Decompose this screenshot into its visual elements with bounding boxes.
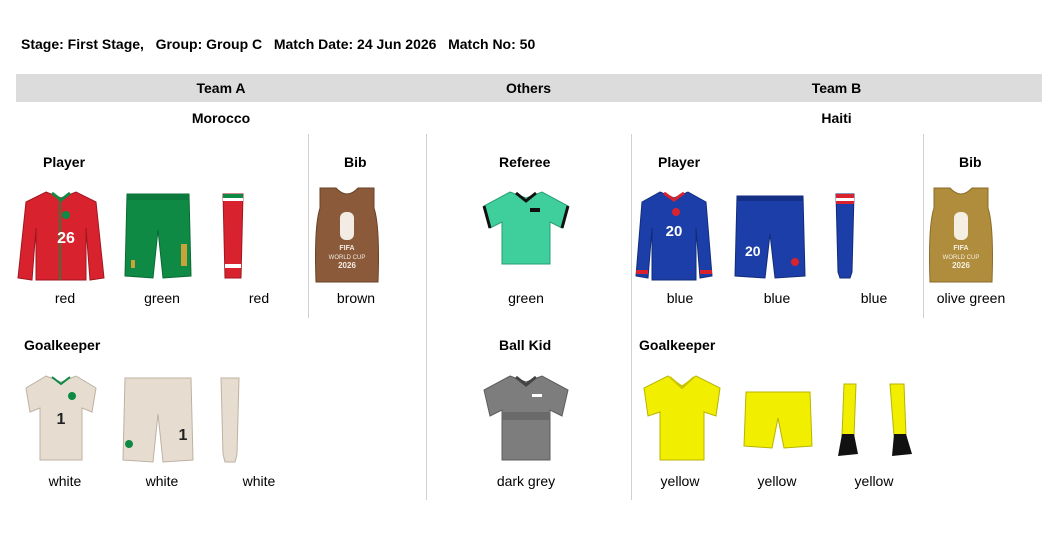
team-a-player-shorts-color: green (144, 290, 180, 306)
header-team-b: Team B (811, 80, 862, 96)
stage-text: Stage: First Stage, (21, 36, 144, 52)
referee-color: green (508, 290, 544, 306)
team-a-player-socks-color: red (248, 290, 270, 306)
match-number-text: Match No: 50 (448, 36, 536, 52)
team-a-player-title: Player (43, 154, 86, 170)
group-text: Group: Group C (155, 36, 263, 52)
team-a-goalkeeper-socks-color: white (242, 473, 276, 489)
team-b-goalkeeper-shorts (742, 388, 814, 452)
team-b-player-shirt-color: blue (666, 290, 694, 306)
svg-text:2026: 2026 (952, 261, 970, 270)
ball-kid-title: Ball Kid (499, 337, 552, 353)
team-b-player-shirt: 20 (634, 188, 714, 284)
team-a-player-shirt-color: red (54, 290, 76, 306)
team-b-player-shorts-color: blue (763, 290, 791, 306)
header-team-a: Team A (196, 80, 246, 96)
svg-text:2026: 2026 (338, 261, 356, 270)
team-a-goalkeeper-shorts: 1 (121, 374, 195, 466)
team-b-player-title: Player (658, 154, 701, 170)
team-b-goalkeeper-socks-color: yellow (854, 473, 894, 489)
match-date-text: Match Date: 24 Jun 2026 (273, 36, 437, 52)
match-info: Stage: First Stage, Group: Group C Match… (21, 36, 535, 52)
team-a-player-shorts (123, 190, 193, 282)
team-a-name: Morocco (191, 110, 251, 126)
team-a-goalkeeper-title: Goalkeeper (24, 337, 101, 353)
divider-others-right (631, 134, 632, 500)
team-b-goalkeeper-shorts-color: yellow (757, 473, 797, 489)
team-b-goalkeeper-title: Goalkeeper (639, 337, 716, 353)
svg-text:FIFA: FIFA (339, 245, 354, 252)
team-b-player-shirt-number: 20 (666, 223, 683, 240)
ball-kid-color: dark grey (496, 473, 556, 489)
team-a-goalkeeper-socks (215, 374, 245, 466)
team-b-player-socks-color: blue (860, 290, 888, 306)
team-a-goalkeeper-short-number: 1 (179, 427, 188, 444)
team-b-goalkeeper-shirt (640, 372, 724, 464)
team-b-bib: FIFA WORLD CUP 2026 (928, 186, 994, 286)
team-a-bib: FIFA WORLD CUP 2026 (314, 186, 380, 286)
team-a-goalkeeper-shirt: 1 (20, 372, 102, 464)
referee-shirt (480, 188, 572, 268)
divider-others-left (426, 134, 427, 500)
team-a-bib-title: Bib (344, 154, 367, 170)
referee-title: Referee (499, 154, 551, 170)
team-a-bib-color: brown (336, 290, 376, 306)
ball-kid-shirt (480, 372, 572, 464)
team-b-bib-color: olive green (936, 290, 1006, 306)
header-others: Others (505, 80, 552, 96)
team-b-player-short-number: 20 (745, 243, 761, 259)
team-a-player-shirt-number: 26 (57, 230, 75, 247)
team-a-goalkeeper-shirt-number: 1 (57, 411, 66, 428)
team-b-name: Haiti (821, 110, 852, 126)
team-b-player-socks (830, 190, 860, 282)
team-b-goalkeeper-shirt-color: yellow (660, 473, 700, 489)
team-a-player-socks (215, 190, 249, 282)
team-b-bib-title: Bib (959, 154, 982, 170)
team-a-player-shirt: 26 (16, 188, 106, 284)
svg-text:FIFA: FIFA (953, 245, 968, 252)
team-b-goalkeeper-socks (836, 380, 916, 460)
team-b-player-shorts: 20 (733, 192, 807, 282)
team-a-goalkeeper-shirt-color: white (48, 473, 82, 489)
team-a-goalkeeper-shorts-color: white (145, 473, 179, 489)
